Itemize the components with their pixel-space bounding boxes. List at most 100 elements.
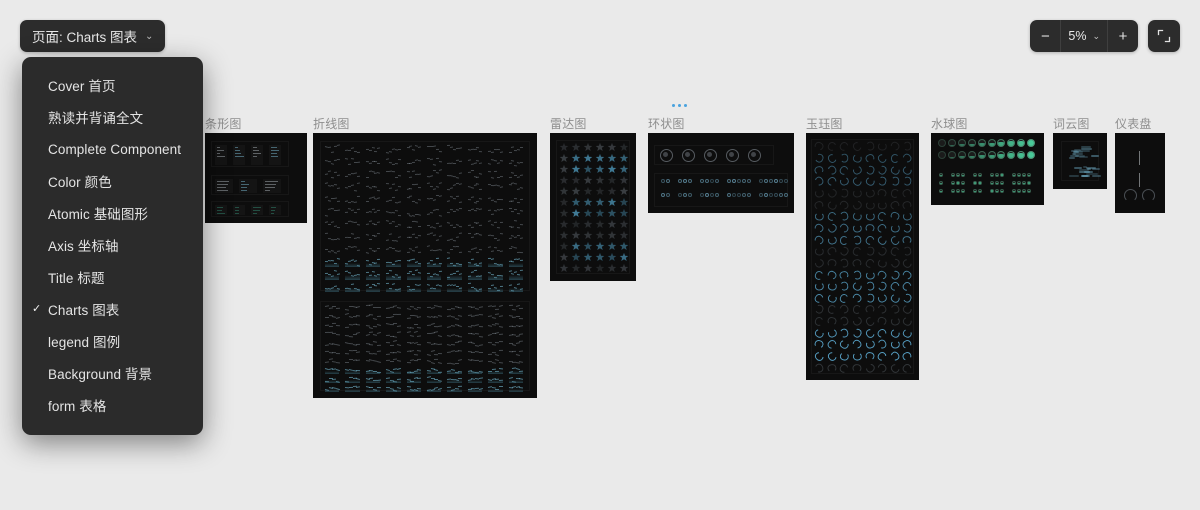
chart-thumbnail[interactable]: [365, 304, 381, 311]
chart-thumbnail[interactable]: [406, 182, 422, 193]
jade-arc-glyph[interactable]: [851, 258, 863, 269]
jade-arc-glyph[interactable]: [813, 140, 825, 153]
donut-glyph[interactable]: [705, 193, 709, 197]
jade-arc-glyph[interactable]: [901, 339, 914, 351]
donut-glyph[interactable]: [660, 149, 673, 162]
chart-thumbnail[interactable]: [324, 376, 340, 383]
jade-arc-glyph[interactable]: [864, 351, 875, 362]
chart-thumbnail[interactable]: [582, 153, 594, 164]
jade-arc-glyph[interactable]: [876, 164, 889, 176]
chart-thumbnail[interactable]: [324, 144, 340, 155]
chart-thumbnail[interactable]: [446, 385, 463, 392]
liquid-ball-glyph[interactable]: [987, 139, 996, 147]
chart-thumbnail[interactable]: [618, 230, 630, 241]
artboard-frame[interactable]: [648, 133, 794, 213]
zoom-level-dropdown[interactable]: 5% ⌄: [1060, 20, 1108, 52]
chart-thumbnail[interactable]: [324, 331, 340, 338]
jade-arc-glyph[interactable]: [814, 281, 824, 292]
liquid-ball-glyph[interactable]: [1000, 189, 1004, 193]
liquid-ball-glyph[interactable]: [1012, 181, 1016, 185]
chart-thumbnail[interactable]: [508, 313, 524, 320]
chart-thumbnail[interactable]: [446, 182, 462, 193]
jade-arc-glyph[interactable]: [825, 175, 838, 188]
donut-glyph[interactable]: [726, 149, 739, 162]
liquid-ball-glyph[interactable]: [1007, 151, 1016, 159]
jade-arc-glyph[interactable]: [851, 153, 863, 164]
chart-thumbnail[interactable]: [570, 241, 582, 252]
donut-glyph[interactable]: [774, 193, 778, 197]
jade-arc-glyph[interactable]: [865, 212, 875, 221]
donut-glyph[interactable]: [710, 193, 714, 197]
chart-thumbnail[interactable]: [582, 219, 594, 230]
donut-glyph[interactable]: [700, 179, 704, 183]
chart-thumbnail[interactable]: [446, 194, 462, 205]
chart-thumbnail[interactable]: [406, 269, 422, 280]
liquid-ball-glyph[interactable]: [961, 181, 965, 185]
chart-thumbnail[interactable]: [446, 269, 463, 280]
chart-thumbnail[interactable]: [582, 197, 594, 208]
liquid-ball-glyph[interactable]: [995, 173, 999, 177]
wordcloud-glyph[interactable]: [1066, 146, 1099, 161]
jade-arc-glyph[interactable]: [901, 327, 914, 339]
chart-thumbnail[interactable]: [406, 157, 422, 168]
chart-thumbnail[interactable]: [594, 208, 606, 219]
donut-glyph[interactable]: [682, 149, 695, 162]
chart-thumbnail[interactable]: [426, 144, 442, 155]
donut-glyph[interactable]: [747, 179, 751, 183]
chart-thumbnail[interactable]: [446, 358, 462, 365]
jade-arc-glyph[interactable]: [813, 362, 825, 374]
liquid-ball-glyph[interactable]: [977, 151, 986, 159]
chart-thumbnail[interactable]: [487, 367, 503, 374]
artboard[interactable]: 折线图: [313, 117, 537, 398]
jade-arc-glyph[interactable]: [876, 315, 888, 327]
page-menu-item[interactable]: legend 图例: [22, 325, 203, 357]
chart-thumbnail[interactable]: [558, 263, 570, 274]
jade-arc-glyph[interactable]: [825, 222, 838, 235]
chart-thumbnail[interactable]: [269, 205, 281, 215]
page-menu-item[interactable]: Axis 坐标轴: [22, 229, 203, 261]
artboard-label[interactable]: 雷达图: [550, 115, 587, 132]
chart-thumbnail[interactable]: [606, 252, 618, 263]
jade-arc-glyph[interactable]: [839, 269, 850, 280]
chart-thumbnail[interactable]: [385, 194, 401, 205]
chart-thumbnail[interactable]: [344, 367, 361, 374]
chart-thumbnail[interactable]: [385, 376, 401, 383]
liquid-ball-glyph[interactable]: [1012, 189, 1016, 193]
fit-to-screen-button[interactable]: [1148, 20, 1180, 52]
artboard-label[interactable]: 玉珏图: [806, 115, 843, 132]
chart-thumbnail[interactable]: [324, 358, 340, 365]
jade-arc-glyph[interactable]: [813, 257, 826, 270]
chart-thumbnail[interactable]: [582, 230, 594, 241]
chart-thumbnail[interactable]: [558, 164, 570, 175]
chart-thumbnail[interactable]: [508, 367, 524, 374]
chart-thumbnail[interactable]: [446, 232, 462, 243]
chart-thumbnail[interactable]: [426, 282, 442, 293]
chart-thumbnail[interactable]: [344, 207, 360, 218]
jade-arc-glyph[interactable]: [813, 269, 825, 281]
jade-arc-glyph[interactable]: [877, 188, 888, 199]
jade-arc-glyph[interactable]: [876, 245, 889, 258]
chart-thumbnail[interactable]: [508, 157, 524, 168]
jade-arc-glyph[interactable]: [851, 327, 863, 339]
donut-glyph[interactable]: [715, 193, 719, 197]
chart-thumbnail[interactable]: [467, 331, 483, 338]
jade-arc-glyph[interactable]: [902, 292, 913, 304]
jade-arc-glyph[interactable]: [889, 292, 901, 304]
chart-thumbnail[interactable]: [406, 313, 422, 320]
chart-thumbnail[interactable]: [344, 376, 361, 383]
chart-thumbnail[interactable]: [406, 244, 422, 255]
liquid-ball-glyph[interactable]: [973, 181, 977, 185]
jade-arc-glyph[interactable]: [863, 315, 876, 328]
chart-thumbnail[interactable]: [446, 244, 462, 255]
chart-thumbnail[interactable]: [446, 313, 462, 320]
chart-thumbnail[interactable]: [594, 153, 606, 164]
jade-arc-glyph[interactable]: [813, 315, 825, 327]
chart-thumbnail[interactable]: [446, 207, 462, 218]
chart-thumbnail[interactable]: [594, 175, 606, 186]
chart-thumbnail[interactable]: [446, 340, 462, 347]
liquid-ball-glyph[interactable]: [1027, 139, 1036, 147]
liquid-ball-glyph[interactable]: [951, 181, 955, 185]
chart-thumbnail[interactable]: [487, 257, 503, 268]
artboard[interactable]: 仪表盘: [1115, 117, 1165, 213]
chart-thumbnail[interactable]: [406, 385, 422, 392]
